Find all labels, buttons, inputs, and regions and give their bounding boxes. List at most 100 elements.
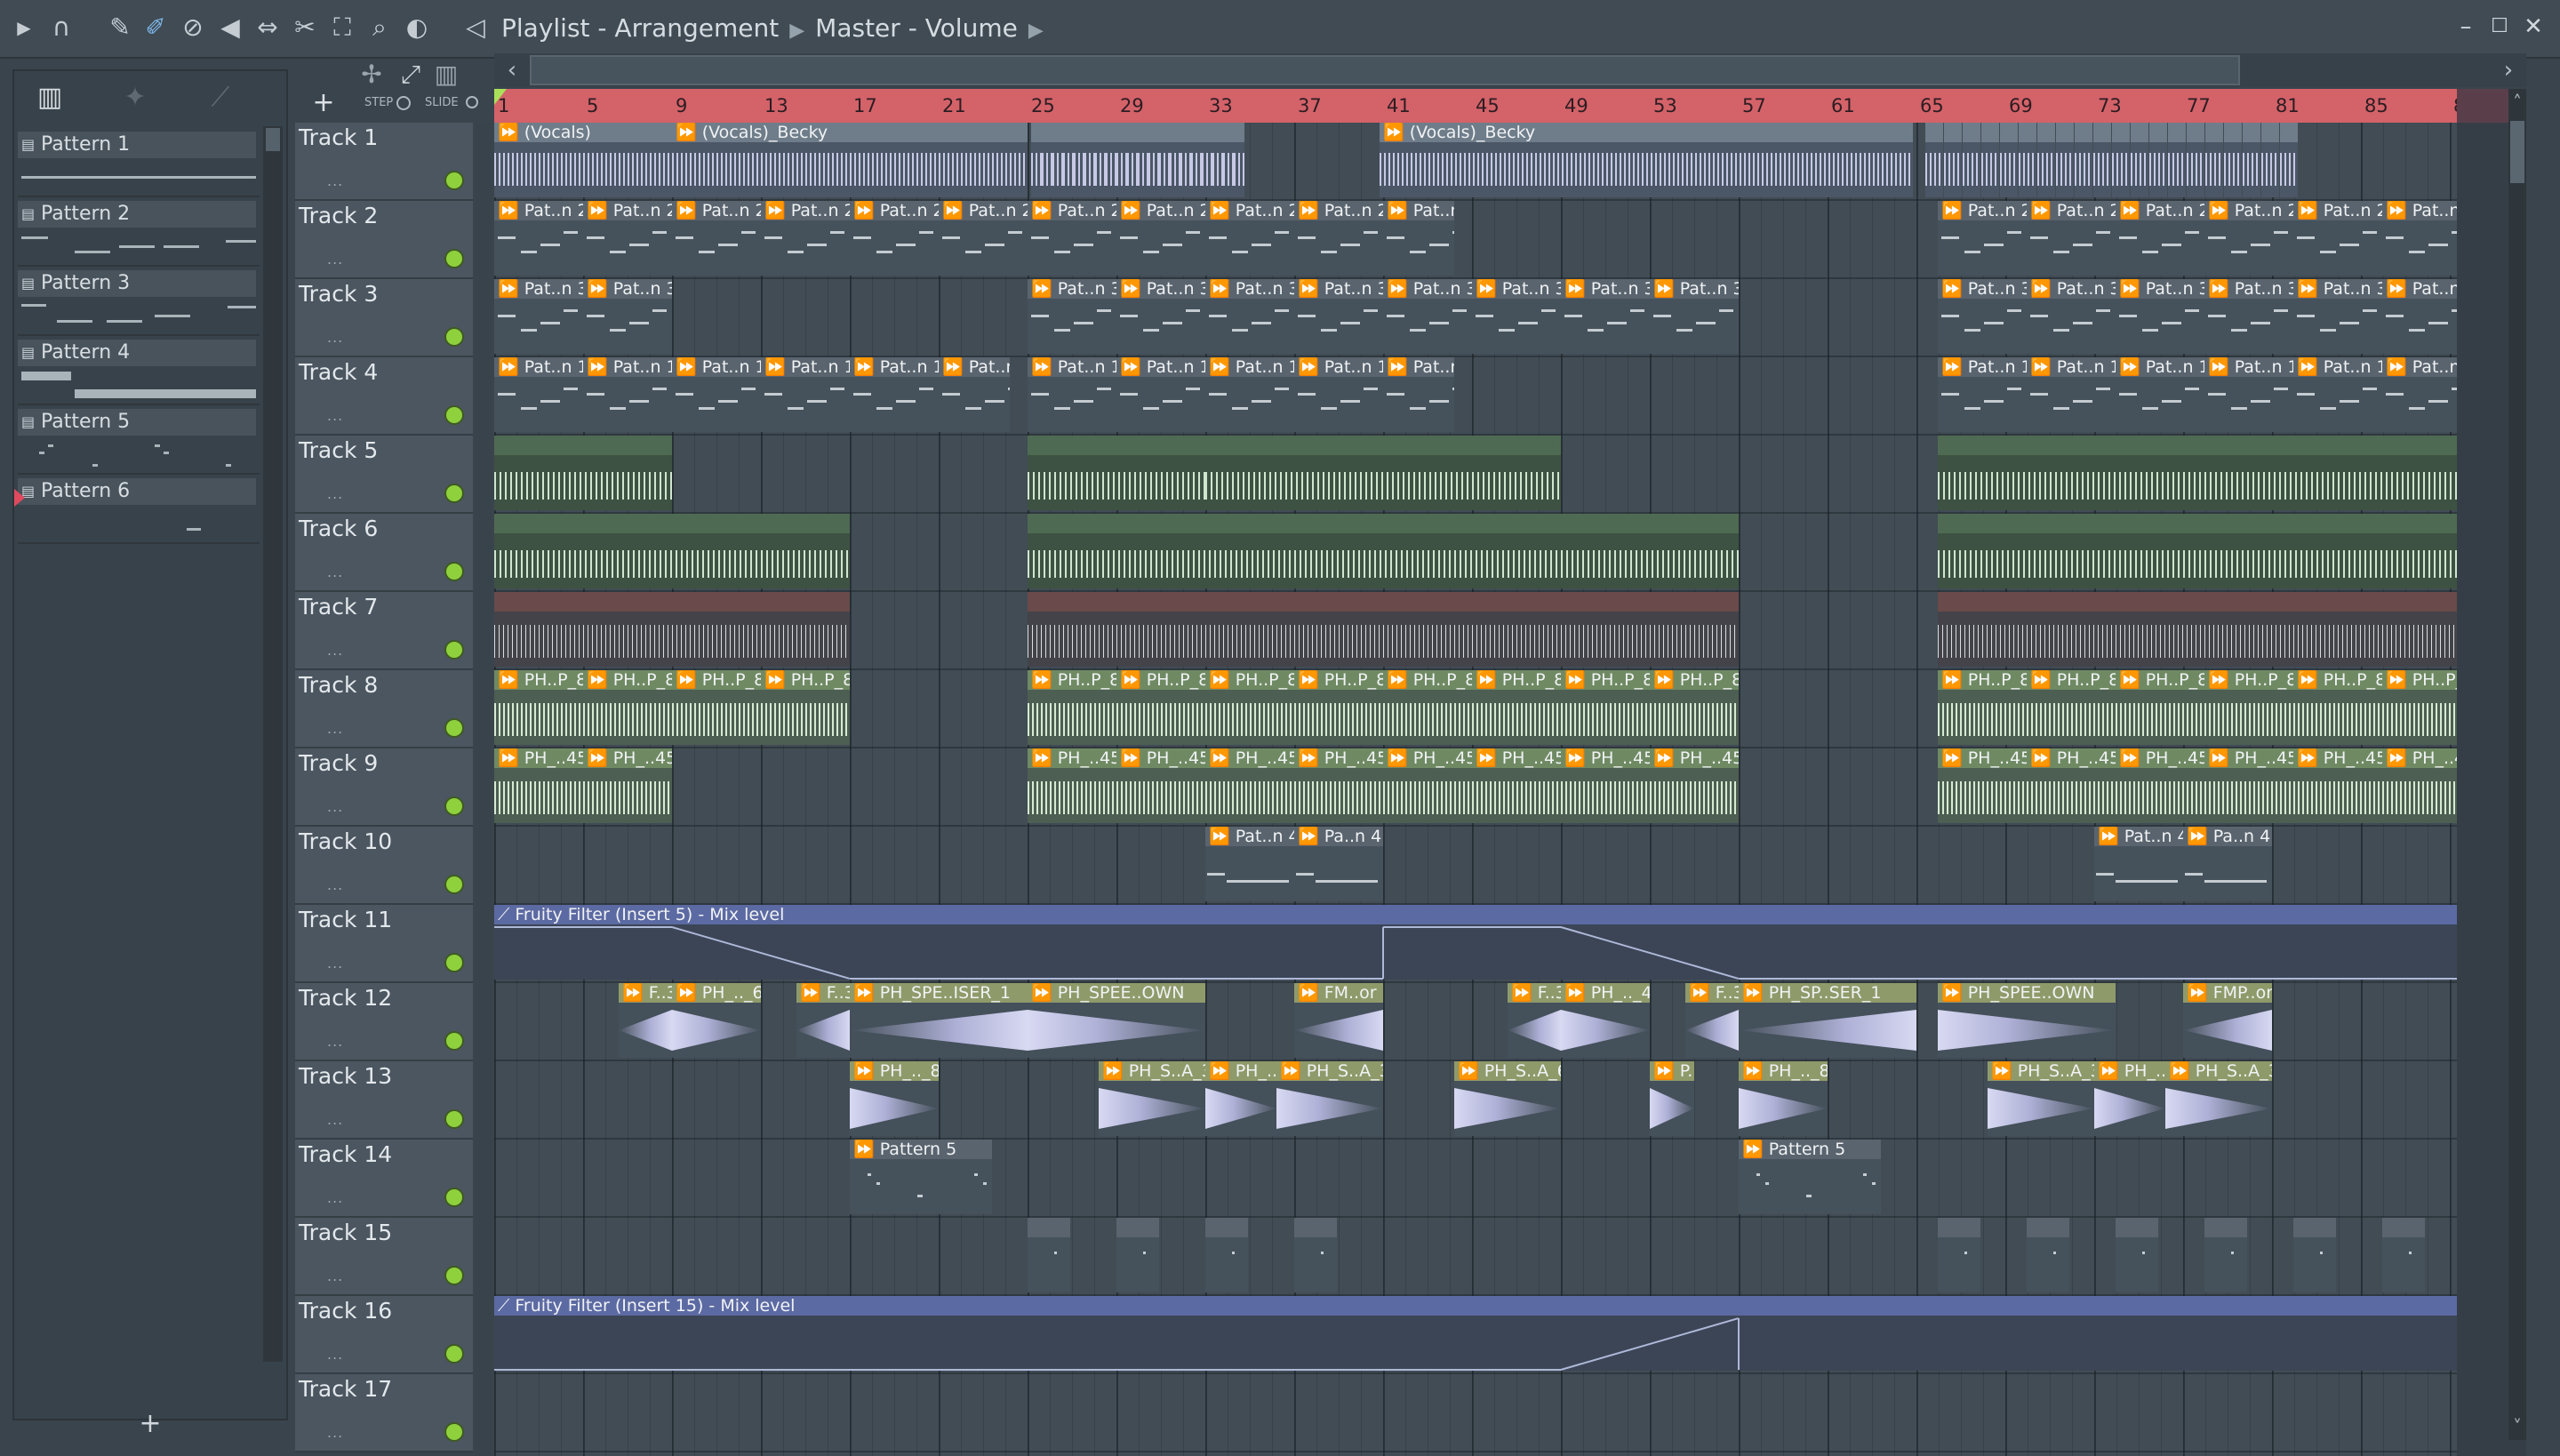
audio-clip[interactable]: ⏩ PH..P_8	[1938, 670, 2027, 745]
scroll-down-icon[interactable]: ˅	[2508, 1413, 2526, 1440]
mute-icon[interactable]: ◀	[215, 12, 245, 43]
pattern-clip[interactable]: ⏩ Pat..n 2	[1205, 201, 1294, 276]
vocal-chop-clip[interactable]	[1963, 123, 1980, 197]
audio-clip[interactable]: ⏩ PH..P_8	[761, 670, 850, 745]
audio-clip[interactable]	[494, 592, 850, 667]
sample-clip[interactable]: ⏩ PH_S..A_3	[2165, 1061, 2272, 1136]
track-enable-led[interactable]	[446, 1111, 462, 1127]
pattern-item[interactable]: ▤ Pattern 3	[18, 267, 260, 336]
step-toggle[interactable]	[396, 96, 411, 110]
audio-clip[interactable]: ⏩ PH_..45	[1472, 748, 1561, 823]
magnet-icon[interactable]: ∩	[46, 12, 76, 43]
paint-icon[interactable]: ✐	[140, 12, 171, 43]
vocal-chop-clip[interactable]	[1981, 123, 1999, 197]
audio-clip[interactable]: ⏩ PH_..45	[1938, 748, 2027, 823]
pattern-clip[interactable]: ⏩ Pa..n 4	[2183, 827, 2272, 901]
vocal-chop-clip[interactable]	[1944, 123, 1962, 197]
vocal-chop-clip[interactable]	[1148, 123, 1159, 197]
sample-clip[interactable]: ⏩ PH_SPEE..OWN	[1028, 983, 1205, 1058]
pencil-icon[interactable]: ✎	[105, 12, 135, 43]
track-enable-led[interactable]	[446, 642, 462, 658]
add-track-button[interactable]: +	[306, 85, 341, 121]
vocal-chop-clip[interactable]	[1074, 123, 1084, 197]
pattern-clip[interactable]: ⏩ Pat..n 3	[2204, 279, 2293, 354]
sample-clip[interactable]: ⏩ PH_SPE..ISER_1	[850, 983, 1028, 1058]
pattern-clip[interactable]: ⏩ Pat..n 1	[2204, 357, 2293, 432]
audio-clip[interactable]: ⏩ PH..P_8	[1294, 670, 1383, 745]
pattern-clip[interactable]: ⏩ Pat..n 3	[1028, 279, 1116, 354]
scroll-up-icon[interactable]: ˄	[2508, 89, 2526, 116]
audio-clip[interactable]: ⏩ PH_..45	[1028, 748, 1116, 823]
vocal-clip[interactable]: ⏩ (Vocals)	[494, 123, 672, 197]
vocal-chop-clip[interactable]	[1031, 123, 1042, 197]
track-options[interactable]: ...	[327, 720, 343, 737]
track-options[interactable]: ...	[327, 329, 343, 346]
audio-clip[interactable]: ⏩ PH..P_8	[2204, 670, 2293, 745]
track-enable-led[interactable]	[446, 1033, 462, 1049]
track-options[interactable]: ...	[327, 1033, 343, 1050]
sample-clip[interactable]: ⏩ PH_S..A_3	[1099, 1061, 1205, 1136]
vocal-chop-clip[interactable]	[1191, 123, 1202, 197]
audio-clip[interactable]	[1028, 436, 1205, 510]
pattern-clip[interactable]: ⏩ Pat..n 1	[1294, 357, 1383, 432]
snap-icon[interactable]: ✢	[354, 60, 389, 89]
timeline-ruler[interactable]: 1 5 9 13 17 21 25 29 33 37 41 45 49 53 57 61 65 69 73 77 81 8…	[494, 89, 2477, 123]
pattern-clip[interactable]: ⏩ Pat..n 2	[850, 201, 939, 276]
track-enable-led[interactable]	[446, 251, 462, 267]
audio-clip[interactable]: ⏩ PH..P_8	[494, 670, 583, 745]
vocal-chop-clip[interactable]	[2149, 123, 2167, 197]
pattern-clip[interactable]: ⏩ Pat..n 3	[1938, 279, 2027, 354]
audio-clip[interactable]	[1938, 436, 2457, 510]
slice-icon[interactable]: ✂	[290, 12, 320, 43]
pattern-clip[interactable]: ⏩ Pat..n 2	[2382, 201, 2457, 276]
automation-clip[interactable]: ⟋ Fruity Filter (Insert 5) - Mix level	[494, 905, 2457, 980]
sample-clip[interactable]: ⏩ PH_S..A_3	[1988, 1061, 2094, 1136]
pattern-clip[interactable]: ⏩ Pat..n 1	[1116, 357, 1205, 432]
pattern-clip[interactable]: ⏩ Pat..n 3	[1383, 279, 1472, 354]
maximize-icon[interactable]: ☐	[2484, 11, 2516, 43]
track-header[interactable]: Track 6...	[295, 514, 473, 592]
delete-icon[interactable]: ⊘	[178, 12, 208, 43]
pattern-clip[interactable]: ⏩ Pat..n 1	[1205, 357, 1294, 432]
pattern-clip[interactable]	[2293, 1218, 2336, 1292]
track-options[interactable]: ...	[327, 172, 343, 189]
vocal-chop-clip[interactable]	[1234, 123, 1244, 197]
audio-clip[interactable]	[494, 436, 672, 510]
audio-clip[interactable]: ⏩ PH..P_8	[1116, 670, 1205, 745]
target-title[interactable]: Master - Volume	[815, 11, 1018, 46]
pattern-clip[interactable]: ⏩ Pat..n 2	[2204, 201, 2293, 276]
track-header[interactable]: Track 17...	[295, 1374, 473, 1452]
track-enable-led[interactable]	[446, 564, 462, 580]
piano-icon[interactable]: ▥	[32, 80, 68, 116]
audio-clip[interactable]: ⏩ PH_..45	[1383, 748, 1472, 823]
sample-clip[interactable]: ⏩ PH_S..A_6	[1454, 1061, 1561, 1136]
track-enable-led[interactable]	[446, 329, 462, 345]
sample-clip[interactable]: ⏩ PH_S..A_3	[1276, 1061, 1383, 1136]
overview-scroll[interactable]: ‹ ›	[494, 53, 2526, 87]
track-enable-led[interactable]	[446, 485, 462, 501]
pattern-clip[interactable]: ⏩ Pa..n 4	[1294, 827, 1383, 901]
picker-scrollbar[interactable]	[263, 126, 283, 1362]
zoom-icon[interactable]: ⌕	[364, 12, 395, 43]
track-enable-led[interactable]	[446, 1346, 462, 1362]
pattern-clip[interactable]: ⏩ Pat..n 3	[1294, 279, 1383, 354]
speaker-icon[interactable]: ◁	[460, 12, 491, 43]
sample-clip[interactable]: ⏩ PH_.._6	[672, 983, 761, 1058]
track-options[interactable]: ...	[327, 1424, 343, 1441]
track-enable-led[interactable]	[446, 955, 462, 971]
track-header[interactable]: Track 11...	[295, 905, 473, 983]
overview-window[interactable]	[530, 55, 2240, 85]
track-header[interactable]: Track 7...	[295, 592, 473, 670]
pattern-clip[interactable]: ⏩ Pat..n 1	[583, 357, 672, 432]
track-header[interactable]: Track 14...	[295, 1140, 473, 1218]
pattern-clip[interactable]: ⏩ Pat..n 1	[850, 357, 939, 432]
picker-scroll-thumb[interactable]	[266, 128, 280, 151]
track-header[interactable]: Track 8...	[295, 670, 473, 748]
track-options[interactable]: ...	[327, 485, 343, 502]
audio-clip[interactable]	[1205, 436, 1561, 510]
automation-clip-icon[interactable]: ⟋	[203, 80, 238, 116]
audio-clip[interactable]: ⏩ PH_..45	[1294, 748, 1383, 823]
audio-clip[interactable]: ⏩ PH_..45	[1561, 748, 1650, 823]
pattern-clip[interactable]	[1028, 1218, 1070, 1292]
sample-clip[interactable]: ⏩ FMP..or	[2183, 983, 2272, 1058]
